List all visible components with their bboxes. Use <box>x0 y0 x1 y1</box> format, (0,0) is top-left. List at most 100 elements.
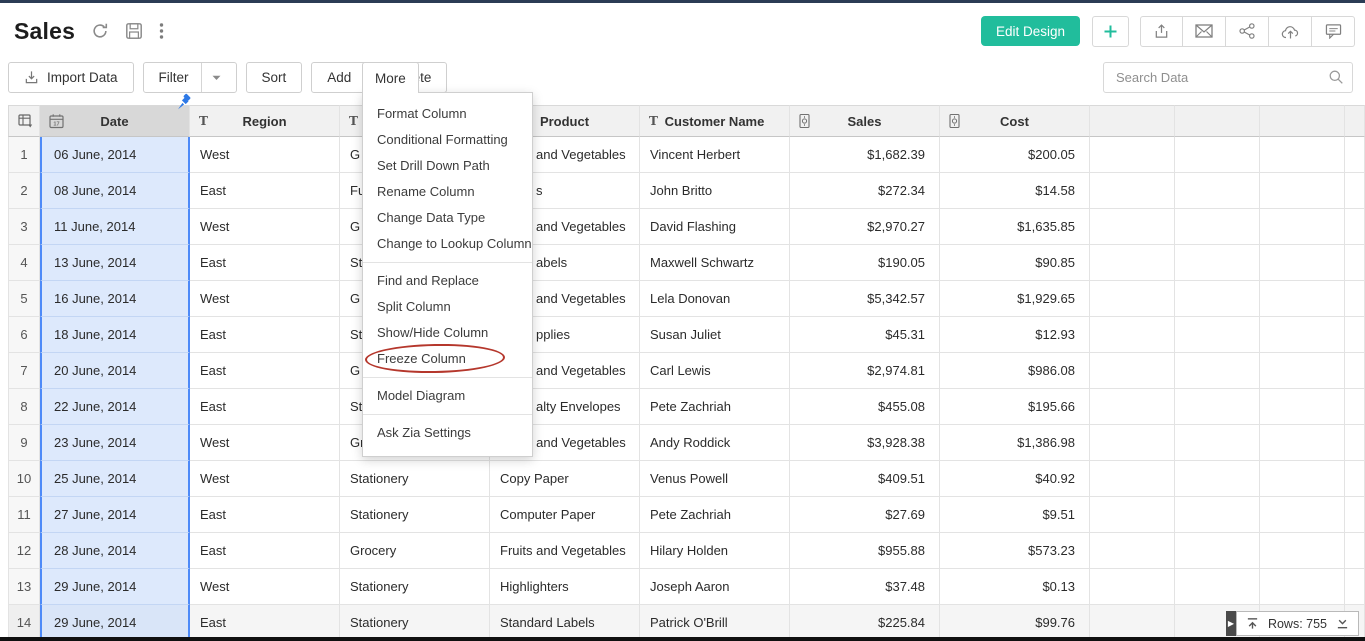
cell-empty2[interactable] <box>1175 533 1260 569</box>
col-header-date[interactable]: 17Date <box>40 105 190 137</box>
cell-cost[interactable]: $40.92 <box>940 461 1090 497</box>
cell-cost[interactable]: $9.51 <box>940 497 1090 533</box>
cell-region[interactable]: West <box>190 461 340 497</box>
cell-customer[interactable]: David Flashing <box>640 209 790 245</box>
cell-product[interactable]: Fruits and Vegetables <box>490 533 640 569</box>
cell-date[interactable]: 13 June, 2014 <box>40 245 190 281</box>
cell-empty4[interactable] <box>1345 209 1365 245</box>
cell-empty2[interactable] <box>1175 209 1260 245</box>
menu-item-change-to-lookup-column[interactable]: Change to Lookup Column <box>363 231 532 257</box>
col-header-empty2[interactable] <box>1175 105 1260 137</box>
cell-date[interactable]: 22 June, 2014 <box>40 389 190 425</box>
cell-date[interactable]: 29 June, 2014 <box>40 569 190 605</box>
cell-empty3[interactable] <box>1260 317 1345 353</box>
cell-num[interactable]: 14 <box>8 605 40 641</box>
cell-num[interactable]: 5 <box>8 281 40 317</box>
cell-empty2[interactable] <box>1175 497 1260 533</box>
cell-num[interactable]: 1 <box>8 137 40 173</box>
cell-empty1[interactable] <box>1090 533 1175 569</box>
email-button[interactable] <box>1183 16 1226 47</box>
cell-empty3[interactable] <box>1260 137 1345 173</box>
cell-num[interactable]: 9 <box>8 425 40 461</box>
cell-sales[interactable]: $2,970.27 <box>790 209 940 245</box>
cell-product[interactable]: Standard Labels <box>490 605 640 641</box>
cell-cost[interactable]: $200.05 <box>940 137 1090 173</box>
cell-cost[interactable]: $99.76 <box>940 605 1090 641</box>
cell-num[interactable]: 13 <box>8 569 40 605</box>
cell-customer[interactable]: Pete Zachriah <box>640 389 790 425</box>
cell-num[interactable]: 2 <box>8 173 40 209</box>
cell-customer[interactable]: Pete Zachriah <box>640 497 790 533</box>
cell-empty2[interactable] <box>1175 137 1260 173</box>
cell-empty4[interactable] <box>1345 317 1365 353</box>
refresh-button[interactable] <box>91 22 109 40</box>
import-data-button[interactable]: Import Data <box>8 62 134 93</box>
cell-empty4[interactable] <box>1345 245 1365 281</box>
cell-cost[interactable]: $0.13 <box>940 569 1090 605</box>
menu-item-freeze-column[interactable]: Freeze Column <box>363 346 532 372</box>
cell-cost[interactable]: $573.23 <box>940 533 1090 569</box>
cell-region[interactable]: West <box>190 281 340 317</box>
cell-date[interactable]: 23 June, 2014 <box>40 425 190 461</box>
cell-empty2[interactable] <box>1175 173 1260 209</box>
cell-empty3[interactable] <box>1260 425 1345 461</box>
cell-empty3[interactable] <box>1260 389 1345 425</box>
cell-sales[interactable]: $37.48 <box>790 569 940 605</box>
cell-empty2[interactable] <box>1175 317 1260 353</box>
menu-item-model-diagram[interactable]: Model Diagram <box>363 383 532 409</box>
scroll-bottom-icon[interactable] <box>1336 617 1349 630</box>
cell-category[interactable]: Stationery <box>340 461 490 497</box>
cell-cost[interactable]: $14.58 <box>940 173 1090 209</box>
cell-sales[interactable]: $27.69 <box>790 497 940 533</box>
cell-region[interactable]: East <box>190 605 340 641</box>
cell-empty1[interactable] <box>1090 173 1175 209</box>
filter-button[interactable]: Filter <box>143 62 237 93</box>
cell-num[interactable]: 12 <box>8 533 40 569</box>
cell-empty2[interactable] <box>1175 461 1260 497</box>
menu-item-conditional-formatting[interactable]: Conditional Formatting <box>363 127 532 153</box>
cell-category[interactable]: Stationery <box>340 605 490 641</box>
cell-empty1[interactable] <box>1090 281 1175 317</box>
cell-product[interactable]: Computer Paper <box>490 497 640 533</box>
cell-empty1[interactable] <box>1090 137 1175 173</box>
cell-sales[interactable]: $3,928.38 <box>790 425 940 461</box>
cell-cost[interactable]: $90.85 <box>940 245 1090 281</box>
cell-num[interactable]: 7 <box>8 353 40 389</box>
cell-empty1[interactable] <box>1090 317 1175 353</box>
cell-sales[interactable]: $2,974.81 <box>790 353 940 389</box>
cell-num[interactable]: 10 <box>8 461 40 497</box>
col-header-customer[interactable]: TCustomer Name <box>640 105 790 137</box>
col-header-region[interactable]: TRegion <box>190 105 340 137</box>
cell-empty4[interactable] <box>1345 137 1365 173</box>
cell-sales[interactable]: $455.08 <box>790 389 940 425</box>
cell-empty1[interactable] <box>1090 569 1175 605</box>
col-header-empty1[interactable] <box>1090 105 1175 137</box>
cell-empty4[interactable] <box>1345 173 1365 209</box>
share-button[interactable] <box>1226 16 1269 47</box>
cell-region[interactable]: East <box>190 317 340 353</box>
search-input[interactable] <box>1103 62 1353 93</box>
cell-region[interactable]: East <box>190 497 340 533</box>
cell-product[interactable]: Highlighters <box>490 569 640 605</box>
export-button[interactable] <box>1140 16 1183 47</box>
cell-num[interactable]: 6 <box>8 317 40 353</box>
cell-customer[interactable]: Joseph Aaron <box>640 569 790 605</box>
cell-customer[interactable]: Vincent Herbert <box>640 137 790 173</box>
cell-region[interactable]: West <box>190 137 340 173</box>
col-header-cost[interactable]: Cost <box>940 105 1090 137</box>
cell-empty1[interactable] <box>1090 461 1175 497</box>
col-header-sales[interactable]: Sales <box>790 105 940 137</box>
edit-design-button[interactable]: Edit Design <box>981 16 1080 46</box>
cell-empty3[interactable] <box>1260 569 1345 605</box>
cell-cost[interactable]: $986.08 <box>940 353 1090 389</box>
cell-empty4[interactable] <box>1345 461 1365 497</box>
more-button[interactable]: More <box>362 62 419 93</box>
cell-date[interactable]: 27 June, 2014 <box>40 497 190 533</box>
cell-empty3[interactable] <box>1260 533 1345 569</box>
menu-item-rename-column[interactable]: Rename Column <box>363 179 532 205</box>
publish-button[interactable] <box>1269 16 1312 47</box>
cell-cost[interactable]: $1,635.85 <box>940 209 1090 245</box>
sort-button[interactable]: Sort <box>246 62 303 93</box>
cell-date[interactable]: 06 June, 2014 <box>40 137 190 173</box>
cell-date[interactable]: 25 June, 2014 <box>40 461 190 497</box>
